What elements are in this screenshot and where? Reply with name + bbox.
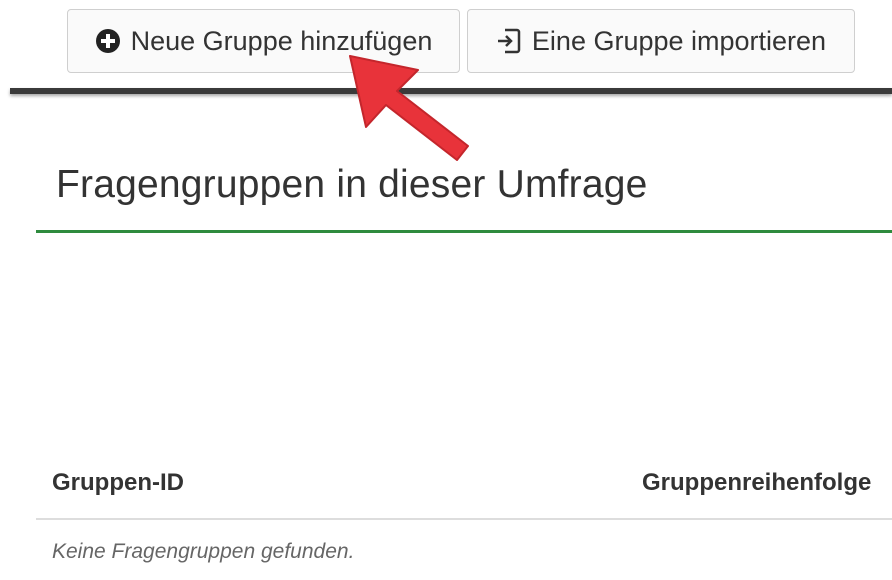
import-icon: [496, 27, 522, 55]
import-group-button[interactable]: Eine Gruppe importieren: [467, 9, 855, 73]
empty-table-message: Keine Fragengruppen gefunden.: [52, 540, 355, 563]
column-header-group-order[interactable]: Gruppenreihenfolge: [642, 469, 871, 497]
import-group-label: Eine Gruppe importieren: [531, 25, 827, 56]
question-groups-table: Gruppen-ID Gruppenreihenfolge Keine Frag…: [36, 450, 892, 580]
red-arrow-pointer: [349, 55, 469, 161]
empty-table-row: Keine Fragengruppen gefunden.: [36, 520, 892, 580]
section-title: Fragengruppen in dieser Umfrage: [56, 163, 648, 206]
column-header-group-id[interactable]: Gruppen-ID: [52, 469, 184, 497]
plus-circle-icon: [95, 28, 121, 54]
table-header: Gruppen-ID Gruppenreihenfolge: [36, 450, 892, 520]
section-title-underline: [36, 230, 892, 233]
